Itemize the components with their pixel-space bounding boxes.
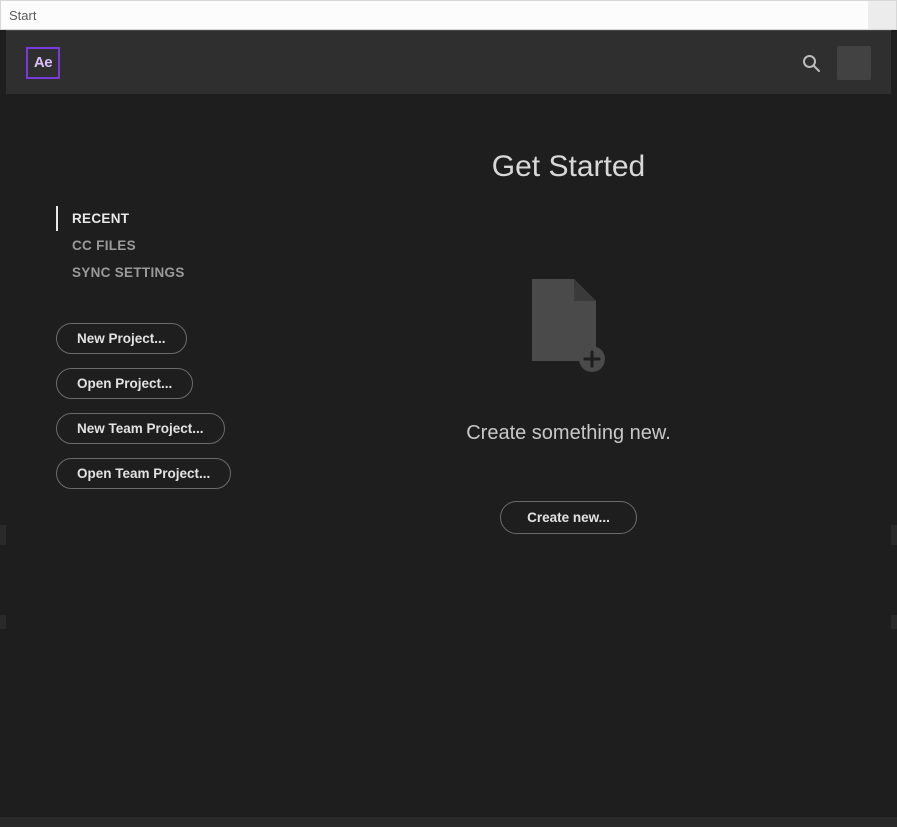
- search-button[interactable]: [799, 51, 823, 75]
- nav-item-cc-files[interactable]: CC FILES: [56, 233, 246, 258]
- page-subtitle: Create something new.: [466, 422, 671, 445]
- app-logo: Ae: [26, 47, 60, 79]
- nav-label: RECENT: [72, 211, 129, 226]
- window-title: Start: [9, 8, 36, 23]
- nav-item-sync-settings[interactable]: SYNC SETTINGS: [56, 260, 246, 285]
- nav-item-recent[interactable]: RECENT: [56, 206, 246, 231]
- new-team-project-button[interactable]: New Team Project...: [56, 413, 225, 444]
- account-button[interactable]: [837, 46, 871, 80]
- open-project-button[interactable]: Open Project...: [56, 368, 193, 399]
- main-content: Get Started Create something new. Create…: [246, 94, 891, 817]
- new-project-button[interactable]: New Project...: [56, 323, 187, 354]
- nav-label: CC FILES: [72, 238, 136, 253]
- window-close-button[interactable]: [868, 1, 896, 29]
- project-actions: New Project... Open Project... New Team …: [56, 323, 246, 489]
- search-icon: [801, 53, 821, 73]
- top-toolbar: Ae: [6, 30, 891, 94]
- side-navigation: RECENT CC FILES SYNC SETTINGS New Projec…: [6, 94, 246, 817]
- create-new-button[interactable]: Create new...: [500, 501, 637, 534]
- open-team-project-button[interactable]: Open Team Project...: [56, 458, 231, 489]
- background-strip: [0, 817, 897, 827]
- app-logo-text: Ae: [34, 54, 52, 71]
- start-panel: RECENT CC FILES SYNC SETTINGS New Projec…: [6, 94, 891, 817]
- window-titlebar[interactable]: Start: [0, 0, 897, 30]
- nav-label: SYNC SETTINGS: [72, 265, 185, 280]
- page-title: Get Started: [492, 150, 645, 184]
- nav-list: RECENT CC FILES SYNC SETTINGS: [56, 206, 246, 285]
- document-plus-icon: [531, 284, 607, 378]
